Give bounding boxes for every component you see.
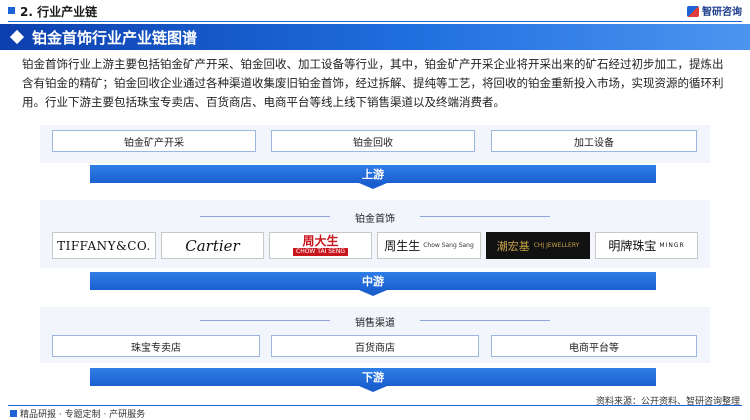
downstream-item-jewelry-store: 珠宝专卖店 xyxy=(52,335,260,357)
brand-logo-cartier: Cartier xyxy=(161,232,264,259)
brand-chowsangsang-en: Chow Sang Sang xyxy=(423,242,474,249)
midstream-arrow: 中游 xyxy=(90,272,656,296)
brand-logo-chowsangsang: 周生生 Chow Sang Sang xyxy=(377,232,481,259)
top-divider xyxy=(8,21,742,22)
midstream-title: 铂金首饰 xyxy=(355,214,395,225)
brand-name: 智研咨询 xyxy=(702,7,742,18)
brand-chj-cn: 潮宏基 xyxy=(496,239,530,253)
page-title: 铂金首饰行业产业链图谱 xyxy=(32,29,198,47)
brand: 智研咨询 xyxy=(687,3,742,18)
footer-divider xyxy=(8,405,742,406)
downstream-line-right xyxy=(420,320,550,321)
brand-logo-mingr: 明牌珠宝 MINGR xyxy=(595,232,698,259)
description-text: 铂金首饰行业上游主要包括铂金矿产开采、铂金回收、加工设备等行业，其中，铂金矿产开… xyxy=(22,57,724,109)
midstream-label: 中游 xyxy=(90,272,656,290)
brand-tiffany-text: TIFFANY&CO. xyxy=(57,238,151,253)
section-marker-icon xyxy=(8,7,15,14)
section-title: 2. 行业产业链 xyxy=(20,5,98,19)
brand-chowsangsang-cn: 周生生 xyxy=(384,239,421,253)
brand-logo-chowtaiseng: 周大生 CHOW TAI SENG xyxy=(269,232,372,259)
midstream-line-right xyxy=(420,216,550,217)
brand-logo-icon xyxy=(687,6,699,17)
downstream-item-ecommerce: 电商平台等 xyxy=(491,335,697,357)
brand-mingr-cn: 明牌珠宝 xyxy=(608,239,657,253)
brand-chj-en: CHJ JEWELLERY xyxy=(533,242,580,249)
footer-marker-icon xyxy=(10,410,17,417)
top-bar: 2. 行业产业链 智研咨询 xyxy=(0,0,750,22)
upstream-item-equipment: 加工设备 xyxy=(491,130,697,152)
title-bar: 铂金首饰行业产业链图谱 xyxy=(0,24,750,50)
brand-logo-tiffany: TIFFANY&CO. xyxy=(52,232,156,259)
upstream-label: 上游 xyxy=(90,165,656,183)
downstream-label: 下游 xyxy=(90,368,656,386)
midstream-arrow-head xyxy=(359,290,387,296)
brand-cartier-text: Cartier xyxy=(185,236,240,255)
upstream-item-mining: 铂金矿产开采 xyxy=(52,130,256,152)
downstream-line-left xyxy=(200,320,330,321)
footer-tagline: 精品研报 · 专题定制 · 产研服务 xyxy=(10,407,145,420)
footer-tagline-text: 精品研报 · 专题定制 · 产研服务 xyxy=(20,410,146,420)
midstream-line-left xyxy=(200,216,330,217)
brand-chowtaiseng-en: CHOW TAI SENG xyxy=(293,248,348,256)
downstream-item-department-store: 百货商店 xyxy=(271,335,479,357)
brand-mingr-en: MINGR xyxy=(659,242,685,249)
brand-chowtaiseng-cn: 周大生 xyxy=(302,234,339,248)
downstream-arrow-head xyxy=(359,386,387,392)
upstream-arrow: 上游 xyxy=(90,165,656,189)
upstream-item-recycling: 铂金回收 xyxy=(271,130,475,152)
downstream-title: 销售渠道 xyxy=(355,318,395,329)
downstream-arrow: 下游 xyxy=(90,368,656,392)
upstream-arrow-head xyxy=(359,183,387,189)
diamond-icon xyxy=(9,29,25,45)
brand-logo-chj: 潮宏基 CHJ JEWELLERY xyxy=(486,232,590,259)
